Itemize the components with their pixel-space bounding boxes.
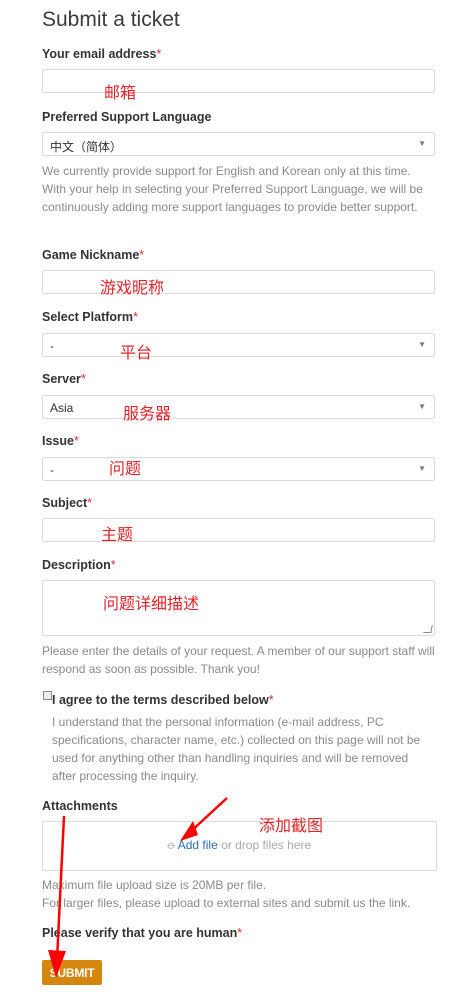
required-marker: * bbox=[139, 248, 145, 262]
upload-external-help: For larger files, please upload to exter… bbox=[42, 896, 411, 910]
add-file-link[interactable]: Add file bbox=[178, 838, 218, 852]
subject-label-text: Subject bbox=[42, 496, 88, 510]
upload-size-help: Maximum file upload size is 20MB per fil… bbox=[42, 878, 267, 892]
required-marker: * bbox=[237, 926, 243, 940]
email-label: Your email address* bbox=[42, 47, 161, 61]
attachments-annotation: 添加截图 bbox=[259, 816, 324, 835]
description-help-text: Please enter the details of your request… bbox=[42, 644, 435, 676]
issue-label: Issue* bbox=[42, 434, 79, 448]
email-annotation: 邮箱 bbox=[104, 83, 137, 102]
email-field[interactable] bbox=[42, 69, 435, 93]
nickname-annotation: 游戏昵称 bbox=[100, 278, 165, 297]
platform-annotation: 平台 bbox=[120, 343, 153, 362]
terms-label: I agree to the terms described below* bbox=[52, 693, 274, 707]
platform-select-value: - bbox=[50, 339, 54, 353]
issue-label-text: Issue bbox=[42, 434, 74, 448]
chevron-down-icon: ▼ bbox=[418, 340, 426, 349]
description-label-text: Description bbox=[42, 558, 111, 572]
issue-select[interactable]: - ▼ bbox=[42, 457, 435, 481]
issue-annotation: 问题 bbox=[109, 459, 142, 478]
required-marker: * bbox=[133, 310, 138, 324]
language-help-text: We currently provide support for English… bbox=[42, 164, 423, 214]
description-textarea[interactable] bbox=[42, 580, 435, 636]
page-title: Submit a ticket bbox=[42, 8, 180, 31]
language-select[interactable]: 中文（简体） ▼ bbox=[42, 132, 435, 156]
terms-label-text: I agree to the terms described below bbox=[52, 693, 269, 707]
verify-label: Please verify that you are human* bbox=[42, 926, 242, 940]
required-marker: * bbox=[156, 47, 162, 61]
chevron-down-icon: ▼ bbox=[418, 464, 426, 473]
chevron-down-icon: ▼ bbox=[418, 139, 426, 148]
language-select-value: 中文（简体） bbox=[50, 140, 123, 154]
drop-files-text: or drop files here bbox=[217, 838, 312, 852]
terms-text: I understand that the personal informati… bbox=[52, 715, 421, 783]
subject-label: Subject* bbox=[42, 496, 92, 510]
terms-checkbox[interactable] bbox=[43, 691, 52, 700]
issue-select-value: - bbox=[50, 463, 54, 477]
resize-handle-icon[interactable] bbox=[423, 625, 433, 633]
platform-label: Select Platform* bbox=[42, 310, 138, 324]
server-label: Server* bbox=[42, 372, 86, 386]
server-label-text: Server bbox=[42, 372, 81, 386]
subject-annotation: 主题 bbox=[101, 525, 134, 544]
email-label-text: Your email address bbox=[42, 47, 157, 61]
paperclip-icon: ⌀ bbox=[164, 837, 179, 853]
language-label: Preferred Support Language bbox=[42, 110, 212, 124]
server-select-value: Asia bbox=[50, 401, 74, 415]
required-marker: * bbox=[110, 558, 116, 572]
server-select[interactable]: Asia ▼ bbox=[42, 395, 435, 419]
description-label: Description* bbox=[42, 558, 116, 572]
required-marker: * bbox=[87, 496, 93, 510]
chevron-down-icon: ▼ bbox=[418, 402, 426, 411]
required-marker: * bbox=[80, 372, 86, 386]
platform-select[interactable]: - ▼ bbox=[42, 333, 435, 357]
platform-label-text: Select Platform bbox=[42, 310, 134, 324]
description-annotation: 问题详细描述 bbox=[103, 594, 200, 613]
verify-label-text: Please verify that you are human bbox=[42, 926, 238, 940]
required-marker: * bbox=[73, 434, 79, 448]
required-marker: * bbox=[268, 693, 274, 707]
nickname-label: Game Nickname* bbox=[42, 248, 144, 262]
submit-button[interactable]: SUBMIT bbox=[42, 960, 102, 985]
server-annotation: 服务器 bbox=[123, 404, 172, 423]
attachments-label: Attachments bbox=[42, 799, 118, 813]
nickname-label-text: Game Nickname bbox=[42, 248, 140, 262]
file-dropzone[interactable]: ⌀ Add file or drop files here bbox=[42, 821, 437, 871]
